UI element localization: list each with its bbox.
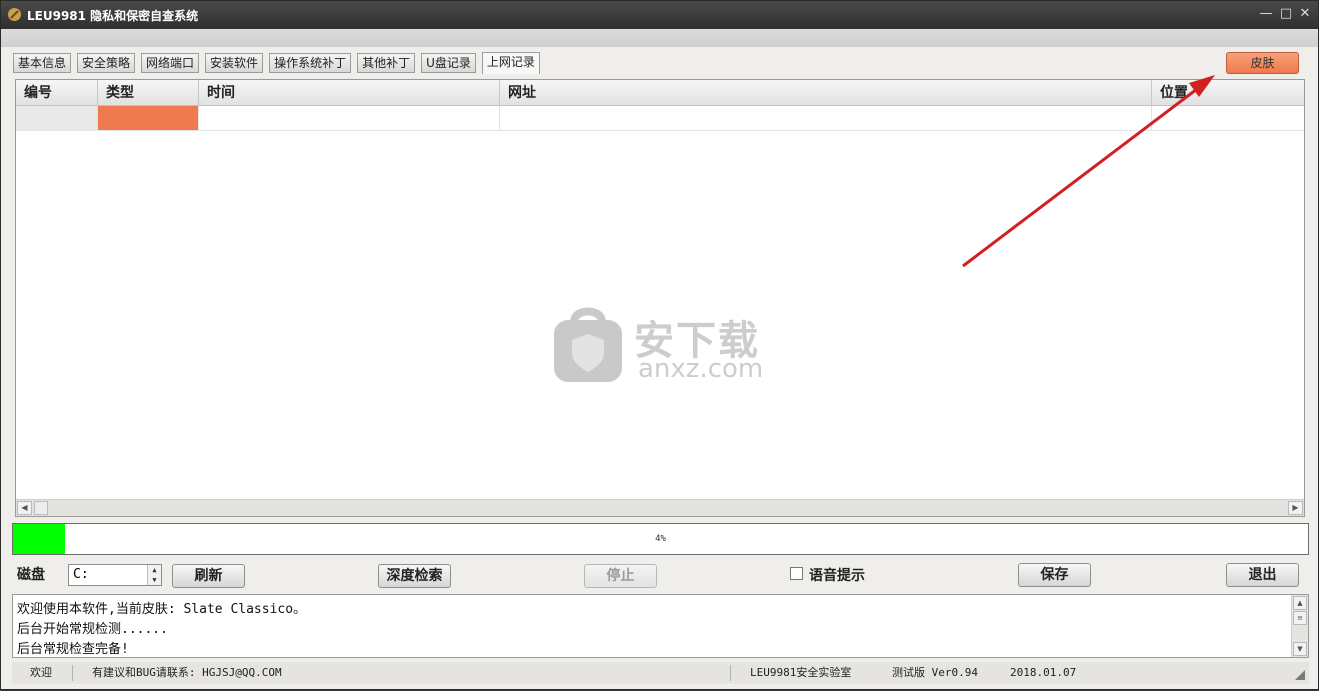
status-contact: 有建议和BUG请联系: HGJSJ@QQ.COM <box>92 666 282 679</box>
status-divider <box>72 665 73 681</box>
status-lab: LEU9981安全实验室 <box>750 666 852 679</box>
scroll-left-icon[interactable]: ◀ <box>17 501 32 515</box>
resize-grip-icon[interactable] <box>1295 670 1305 680</box>
stop-button[interactable]: 停止 <box>584 564 657 588</box>
scroll-down-icon[interactable]: ▼ <box>1293 642 1307 656</box>
column-header-id[interactable]: 编号 <box>16 80 98 106</box>
scroll-up-icon[interactable]: ▲ <box>1293 596 1307 610</box>
table-row[interactable] <box>16 106 1304 131</box>
log-line: 欢迎使用本软件,当前皮肤: Slate Classico。 <box>17 602 307 617</box>
window-title: LEU9981 隐私和保密自查系统 <box>27 9 199 23</box>
scrollbar-thumb[interactable] <box>34 501 48 515</box>
status-date: 2018.01.07 <box>1010 666 1077 679</box>
tab-usb-records[interactable]: U盘记录 <box>421 53 476 73</box>
exit-button[interactable]: 退出 <box>1226 563 1299 587</box>
horizontal-scrollbar[interactable]: ◀ ▶ <box>16 499 1304 516</box>
voice-label[interactable]: 语音提示 <box>809 565 865 585</box>
disk-label: 磁盘 <box>17 567 45 583</box>
tab-bar: 基本信息 安全策略 网络端口 安装软件 操作系统补丁 其他补丁 U盘记录 上网记… <box>13 52 546 74</box>
column-header-time[interactable]: 时间 <box>199 80 500 106</box>
tab-security-policy[interactable]: 安全策略 <box>77 53 136 73</box>
watermark-shield-icon <box>554 307 622 382</box>
menu-strip <box>1 29 1318 47</box>
tab-internet-records[interactable]: 上网记录 <box>481 52 540 74</box>
tab-basic-info[interactable]: 基本信息 <box>13 53 72 73</box>
deep-search-button[interactable]: 深度检索 <box>378 564 451 588</box>
log-line: 后台常规检查完备! <box>17 642 129 657</box>
status-divider <box>730 665 731 681</box>
spin-arrows-icon[interactable]: ▲ ▼ <box>147 565 161 585</box>
tab-os-patches[interactable]: 操作系统补丁 <box>269 53 352 73</box>
scrollbar-thumb[interactable]: ≡ <box>1293 611 1307 625</box>
minimize-button[interactable]: — <box>1258 6 1274 22</box>
status-welcome: 欢迎 <box>30 666 52 679</box>
watermark: 安下载 anxz.com <box>552 304 792 386</box>
progress-text: 4% <box>655 534 666 544</box>
column-header-location[interactable]: 位置 <box>1152 80 1304 106</box>
voice-checkbox[interactable] <box>790 567 803 580</box>
progress-bar: 4% <box>12 523 1309 555</box>
close-button[interactable]: ✕ <box>1297 6 1313 22</box>
scroll-right-icon[interactable]: ▶ <box>1288 501 1303 515</box>
location-cell[interactable] <box>1152 106 1304 130</box>
disk-value: C: <box>73 567 89 582</box>
selected-type-cell[interactable] <box>98 106 199 130</box>
time-cell[interactable] <box>199 106 500 130</box>
tab-network-ports[interactable]: 网络端口 <box>141 53 200 73</box>
app-logo-icon <box>8 8 21 21</box>
watermark-en-text: anxz.com <box>638 354 764 384</box>
title-bar[interactable]: LEU9981 隐私和保密自查系统 — □ ✕ <box>1 1 1318 29</box>
skin-button[interactable]: 皮肤 <box>1226 52 1299 74</box>
status-bar: 欢迎 有建议和BUG请联系: HGJSJ@QQ.COM LEU9981安全实验室… <box>12 662 1309 684</box>
log-textarea[interactable]: 欢迎使用本软件,当前皮肤: Slate Classico。 后台开始常规检测..… <box>12 594 1309 658</box>
disk-select[interactable]: C: ▲ ▼ <box>68 564 162 586</box>
column-header-url[interactable]: 网址 <box>500 80 1152 106</box>
tab-other-patches[interactable]: 其他补丁 <box>357 53 416 73</box>
vertical-scrollbar[interactable]: ▲ ≡ ▼ <box>1291 595 1308 657</box>
grid-header: 编号 类型 时间 网址 位置 <box>16 80 1304 106</box>
maximize-button[interactable]: □ <box>1278 6 1294 22</box>
row-header-cell[interactable] <box>16 106 98 130</box>
refresh-button[interactable]: 刷新 <box>172 564 245 588</box>
url-cell[interactable] <box>500 106 1152 130</box>
tab-installed-software[interactable]: 安装软件 <box>205 53 264 73</box>
status-version: 测试版 Ver0.94 <box>892 666 978 679</box>
column-header-type[interactable]: 类型 <box>98 80 199 106</box>
save-button[interactable]: 保存 <box>1018 563 1091 587</box>
records-grid[interactable]: 编号 类型 时间 网址 位置 安下载 anxz.com ◀ ▶ <box>15 79 1305 517</box>
app-window: LEU9981 隐私和保密自查系统 — □ ✕ 基本信息 安全策略 网络端口 安… <box>0 0 1319 690</box>
log-line: 后台开始常规检测...... <box>17 622 168 637</box>
